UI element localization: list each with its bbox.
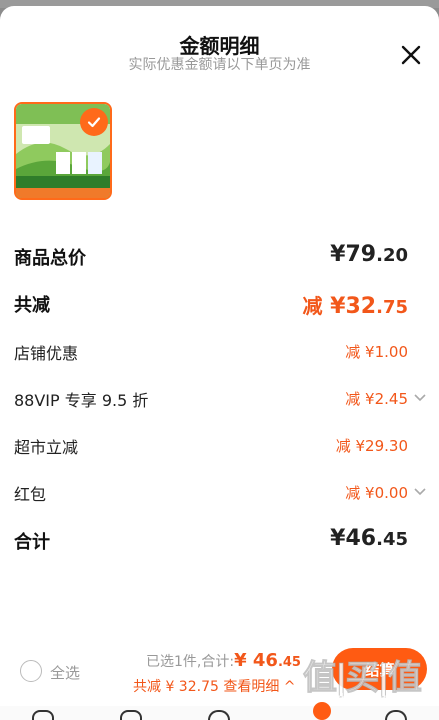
row-label: 店铺优惠 xyxy=(14,344,79,363)
discount-summary[interactable]: 共减 ¥ 32.75 查看明细 ^ xyxy=(133,676,296,696)
row-amount: 减 ¥0.00 xyxy=(345,484,408,502)
selected-check-badge xyxy=(80,108,108,136)
row-label: 超市立减 xyxy=(14,438,79,457)
select-all-label[interactable]: 全选 xyxy=(50,662,80,683)
selected-summary: 已选1件,合计:¥ 46.45 xyxy=(146,650,301,671)
home-tab-icon[interactable] xyxy=(32,710,54,720)
checkout-button[interactable]: 结算 xyxy=(332,648,427,690)
row-amount: 减 ¥29.30 xyxy=(335,437,408,455)
row-label: 商品总价 xyxy=(14,248,86,269)
row-label: 红包 xyxy=(14,485,47,504)
close-button[interactable] xyxy=(398,42,424,68)
row-amount: ¥79.20 xyxy=(330,242,408,267)
close-icon xyxy=(401,45,421,65)
video-tab-icon[interactable] xyxy=(120,710,142,720)
sheet-subtitle: 实际优惠金额请以下单页为准 xyxy=(128,57,311,73)
cart-tab-badge[interactable] xyxy=(313,702,331,720)
row-label: 共减 xyxy=(14,295,50,316)
checkmark-icon xyxy=(87,117,101,128)
chevron-down-icon xyxy=(414,394,426,402)
chevron-down-icon xyxy=(414,488,426,496)
row-amount: 减 ¥1.00 xyxy=(345,343,408,361)
row-amount: ¥46.45 xyxy=(330,526,408,551)
select-all-radio[interactable] xyxy=(20,660,42,682)
view-details-link[interactable]: 查看明细 xyxy=(223,679,279,695)
chevron-up-icon: ^ xyxy=(283,679,296,695)
row-amount: 减 ¥32.75 xyxy=(302,294,409,319)
row-label: 88VIP 专享 9.5 折 xyxy=(14,391,149,410)
row-amount: 减 ¥2.45 xyxy=(345,390,408,408)
row-label: 合计 xyxy=(14,532,50,553)
